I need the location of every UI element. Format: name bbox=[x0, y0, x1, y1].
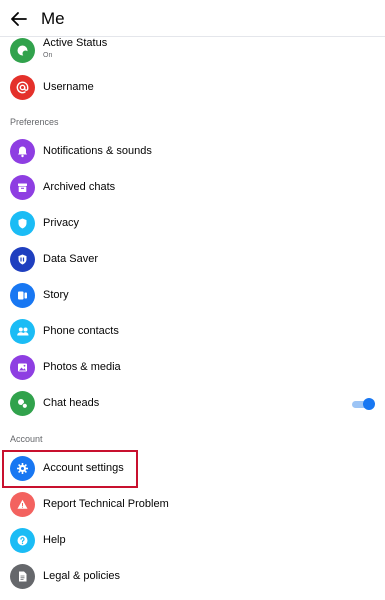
question-icon bbox=[10, 528, 35, 553]
settings-item-notifications[interactable]: Notifications & sounds bbox=[0, 134, 385, 170]
settings-item-photos-media[interactable]: Photos & media bbox=[0, 350, 385, 386]
settings-item-label: Archived chats bbox=[43, 181, 116, 193]
settings-item-label: Username bbox=[43, 81, 94, 93]
settings-item-report-problem[interactable]: Report Technical Problem bbox=[0, 487, 385, 523]
settings-item-chat-heads[interactable]: Chat heads bbox=[0, 386, 385, 422]
settings-item-help[interactable]: Help bbox=[0, 523, 385, 559]
settings-item-archived-chats[interactable]: Archived chats bbox=[0, 170, 385, 206]
settings-item-label: Account settings bbox=[43, 462, 124, 474]
section-header-account: Account bbox=[10, 434, 43, 444]
settings-item-label: Photos & media bbox=[43, 361, 121, 373]
settings-item-label: Active Status bbox=[43, 37, 108, 49]
data-saver-icon bbox=[10, 247, 35, 272]
settings-item-label: Legal & policies bbox=[43, 570, 121, 582]
archive-box-icon bbox=[10, 175, 35, 200]
gear-icon bbox=[10, 456, 35, 481]
settings-item-label: Report Technical Problem bbox=[43, 498, 169, 510]
at-sign-icon bbox=[10, 75, 35, 100]
bell-icon bbox=[10, 139, 35, 164]
settings-item-data-saver[interactable]: Data Saver bbox=[0, 242, 385, 278]
settings-item-account-settings[interactable]: Account settings bbox=[0, 451, 385, 487]
settings-item-label: Help bbox=[43, 534, 66, 546]
people-icon bbox=[10, 319, 35, 344]
settings-item-story[interactable]: Story bbox=[0, 278, 385, 314]
settings-item-label: Story bbox=[43, 289, 69, 301]
chat-heads-icon bbox=[10, 391, 35, 416]
settings-item-legal-policies[interactable]: Legal & policies bbox=[0, 559, 385, 595]
settings-item-active-status[interactable]: Active Status On bbox=[0, 33, 385, 69]
story-icon bbox=[10, 283, 35, 308]
warning-icon bbox=[10, 492, 35, 517]
settings-item-label: Data Saver bbox=[43, 253, 99, 265]
page-title: Me bbox=[41, 9, 65, 28]
chat-heads-toggle[interactable] bbox=[352, 398, 375, 410]
settings-item-label: Notifications & sounds bbox=[43, 145, 152, 157]
settings-item-sublabel: On bbox=[43, 52, 53, 59]
app-header: Me bbox=[0, 0, 385, 37]
back-arrow-icon[interactable] bbox=[9, 9, 29, 29]
settings-item-label: Privacy bbox=[43, 217, 80, 229]
settings-item-label: Chat heads bbox=[43, 397, 100, 409]
settings-item-username[interactable]: Username bbox=[0, 70, 385, 106]
active-status-icon bbox=[10, 38, 35, 63]
toggle-knob bbox=[363, 398, 375, 410]
shield-icon bbox=[10, 211, 35, 236]
settings-item-phone-contacts[interactable]: Phone contacts bbox=[0, 314, 385, 350]
settings-item-privacy[interactable]: Privacy bbox=[0, 206, 385, 242]
document-icon bbox=[10, 564, 35, 589]
photo-icon bbox=[10, 355, 35, 380]
section-header-preferences: Preferences bbox=[10, 117, 59, 127]
settings-item-label: Phone contacts bbox=[43, 325, 119, 337]
